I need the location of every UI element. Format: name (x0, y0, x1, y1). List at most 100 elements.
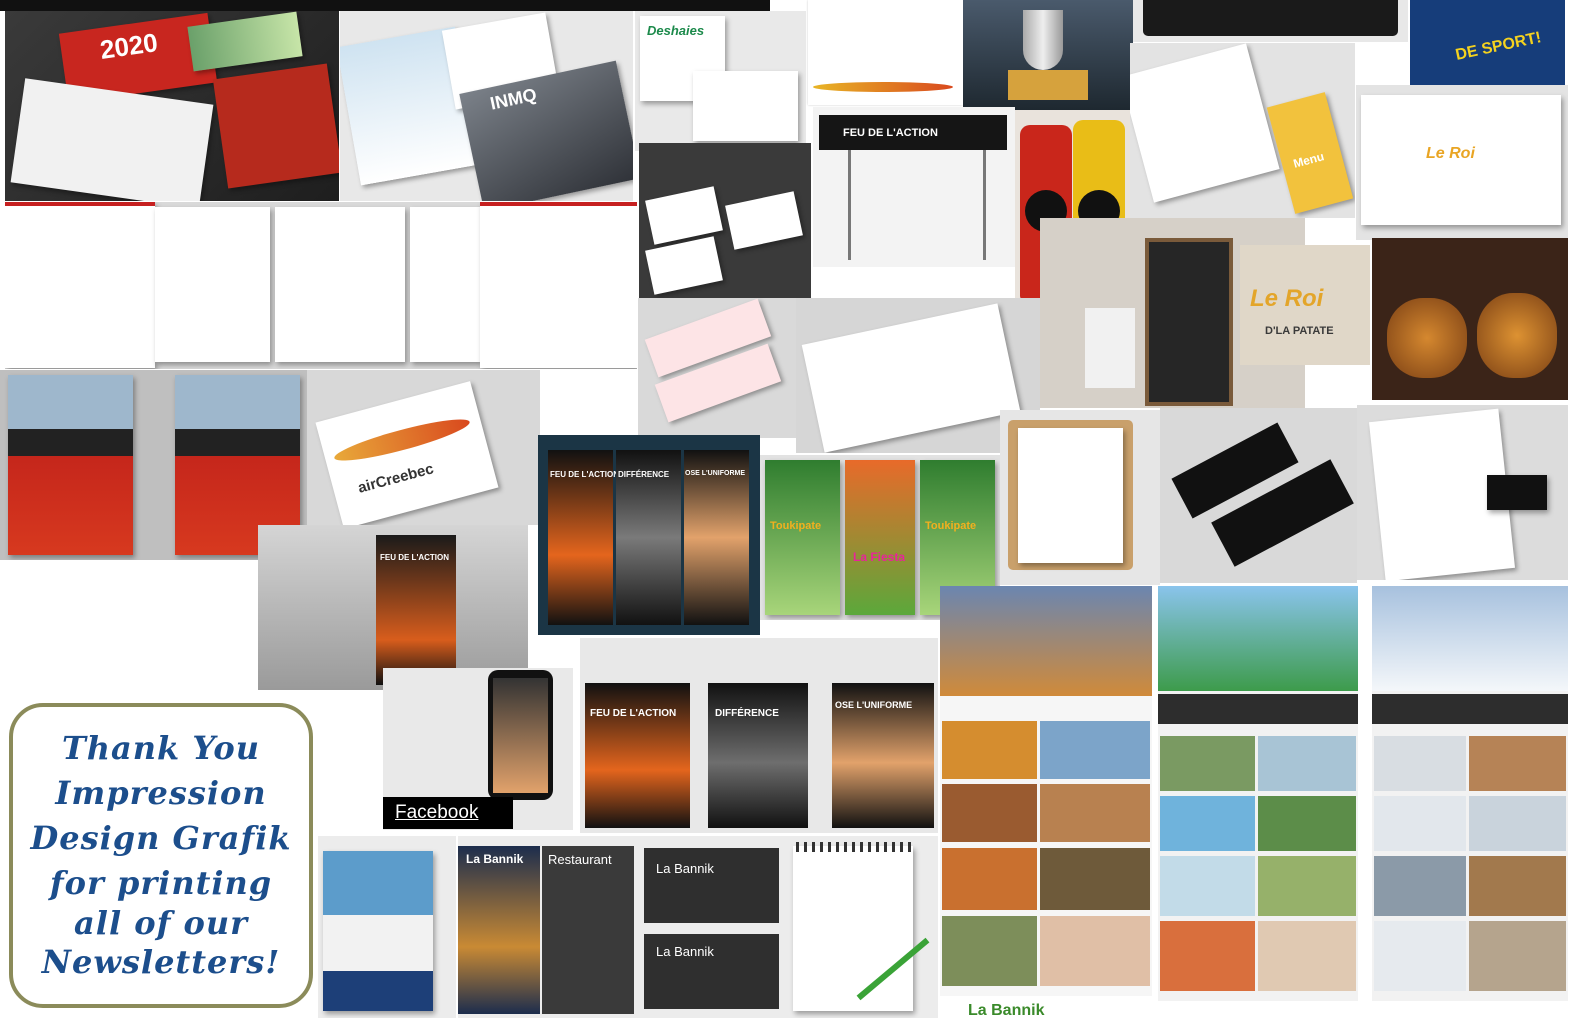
clipboard-mockup (1000, 410, 1160, 585)
touki-title-c: Toukipate (925, 520, 977, 532)
trophy-base (1008, 70, 1088, 100)
tickets-mockup (638, 298, 796, 438)
restaurant-title: Restaurant (548, 852, 612, 867)
nl2-p6 (1258, 856, 1356, 916)
notebook-black (1143, 0, 1398, 36)
card-c (645, 236, 723, 295)
trophy-mockup (963, 0, 1133, 110)
nl2-p3 (1160, 796, 1255, 851)
bannik-card-a-logo: La Bannik (656, 861, 714, 876)
nl3-p8 (1469, 921, 1566, 991)
form-panel-4 (410, 207, 480, 362)
bannik-logo: La Bannik (466, 852, 524, 866)
tent-title: FEU DE L'ACTION (843, 127, 938, 139)
nl2-p7 (1160, 921, 1255, 991)
nl2-banner (1158, 694, 1358, 724)
sport-title: DE SPORT! (1454, 29, 1543, 64)
nl2-p5 (1160, 856, 1255, 916)
card-b (725, 191, 803, 250)
newsletter-winter (1372, 586, 1568, 1001)
stationery-card (1487, 475, 1547, 510)
form-panel-2 (155, 207, 270, 362)
nl1-p6 (1040, 848, 1150, 910)
nl1-p8 (1040, 916, 1150, 986)
nl1-p2 (1040, 721, 1150, 779)
nl3-p7 (1374, 921, 1466, 991)
nl3-p6 (1469, 856, 1566, 916)
nl3-hero (1372, 586, 1568, 691)
notepad-spiral (796, 842, 911, 852)
thanks-line-2: Impression (55, 774, 267, 812)
thanks-line-3: Design Grafik (30, 819, 292, 857)
touki-b (845, 460, 915, 615)
nl1-hero (940, 586, 1152, 696)
newsletter-summer (940, 586, 1152, 996)
nl2-hero (1158, 586, 1358, 691)
banner-uni-title: OSE L'UNIFORME (685, 470, 745, 477)
rollup-banners: FEU DE L'ACTION DIFFÉRENCE OSE L'UNIFORM… (538, 435, 760, 635)
form-panel-5 (480, 202, 637, 368)
clipboard-sheet (1018, 428, 1123, 563)
posters-wall: FEU DE L'ACTION DIFFÉRENCE OSE L'UNIFORM… (580, 638, 938, 833)
roi-print-sub: D'LA PATATE (1265, 325, 1334, 337)
chalkboard (1145, 238, 1233, 406)
facebook-ads-label[interactable]: Facebook Ads (383, 797, 513, 855)
inmq-brochure: INMQ (340, 11, 633, 201)
nl3-banner (1372, 694, 1568, 724)
notepad-page (793, 846, 913, 1011)
thank-you-box: Thank You Impression Design Grafik for p… (9, 703, 313, 1008)
roi-cards: Le Roi (1356, 85, 1568, 240)
nl1-p4 (1040, 784, 1150, 842)
nl3-p2 (1469, 736, 1566, 791)
banner-feu-title: FEU DE L'ACTION (550, 470, 620, 479)
burger-right (1477, 293, 1557, 378)
menu-sheet (1130, 43, 1280, 203)
bannik-card-b-logo: La Bannik (656, 944, 714, 959)
nl3-p4 (1469, 796, 1566, 851)
form-panel-1 (5, 202, 155, 368)
menu-mockup: Menu (1130, 43, 1355, 218)
thanks-line-1: Thank You (61, 729, 261, 767)
deshaies-logo: Deshaies (647, 23, 705, 38)
nl3-p3 (1374, 796, 1466, 851)
thanks-line-4: for printing (49, 864, 273, 902)
nl1-p1 (942, 721, 1037, 779)
phone-screen (493, 678, 548, 793)
nl3-p1 (1374, 736, 1466, 791)
poster-diff-title: DIFFÉRENCE (715, 708, 779, 719)
tent-mockup: FEU DE L'ACTION (813, 107, 1015, 267)
nl1-p7 (942, 916, 1037, 986)
newsletter-footer: La Bannik (940, 996, 1152, 1025)
bannik-notepad (788, 836, 938, 1018)
calendar-cover (212, 63, 339, 189)
top-strip (0, 0, 770, 11)
calendar-page (10, 78, 214, 201)
form-wide (5, 202, 637, 369)
restaurant-left (458, 846, 540, 1014)
restaurant-right (542, 846, 634, 1014)
deshaies-cards: Deshaies (635, 11, 806, 151)
nl2-p4 (1258, 796, 1356, 851)
poster-feu (585, 683, 690, 828)
bannik-flyer (318, 836, 456, 1018)
roi-card-logo: Le Roi (1426, 145, 1475, 162)
aircreebec-folder: airCreebec (307, 370, 540, 525)
deshaies-card-front (693, 71, 798, 141)
nl2-p2 (1258, 736, 1356, 791)
nl2-p8 (1258, 921, 1356, 991)
roi-print-logo: Le Roi (1250, 285, 1324, 312)
nl1-p3 (942, 784, 1037, 842)
nl3-p5 (1374, 856, 1466, 916)
envelope-mockup (808, 0, 963, 105)
banner-diff-title: DIFFÉRENCE (618, 470, 670, 479)
bus-shelter: FEU DE L'ACTION (258, 525, 528, 690)
lafiesta-title: La Fiesta (853, 550, 906, 564)
bannik-restaurant: La Bannik Restaurant (458, 836, 636, 1018)
flyer-a (8, 375, 133, 555)
sport-book: DE SPORT! (1410, 0, 1565, 90)
nl2-p1 (1160, 736, 1255, 791)
thanks-line-6: Newsletters! (41, 943, 281, 981)
poster-diff (708, 683, 808, 828)
poster-feu-title: FEU DE L'ACTION (590, 708, 677, 719)
envelope-swoosh (813, 82, 953, 92)
